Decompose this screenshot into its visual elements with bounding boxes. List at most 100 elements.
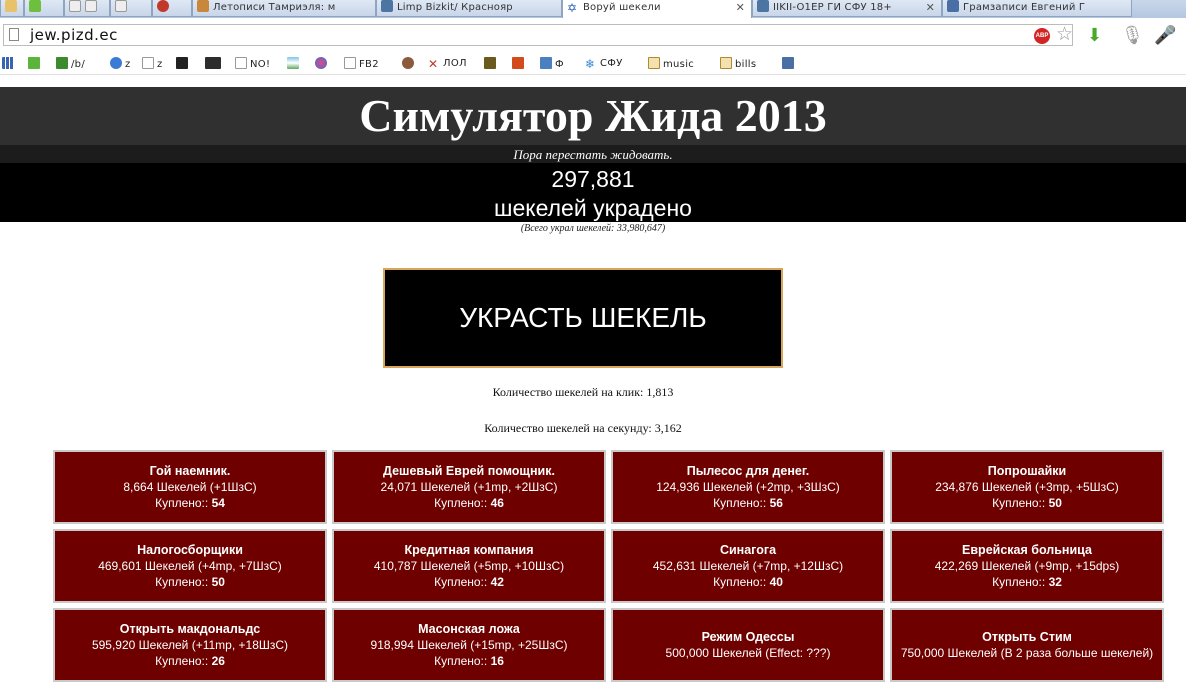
bookmark-12[interactable] — [402, 57, 417, 71]
page-icon — [344, 57, 356, 69]
upgrade-beggars[interactable]: Попрошайки 234,876 Шекелей (+3mp, +5ШзС)… — [890, 450, 1164, 524]
upgrade-goy-mercenary[interactable]: Гой наемник. 8,664 Шекелей (+1ШзС) Купле… — [53, 450, 327, 524]
bookmark-music[interactable]: music — [648, 57, 694, 71]
bought-count: 56 — [769, 496, 783, 510]
upgrade-name: Налогосборщики — [137, 543, 243, 557]
close-tab-icon[interactable]: ✕ — [736, 0, 745, 16]
snowflake-icon: ❄ — [585, 57, 596, 71]
upgrade-cost: 124,936 Шекелей (+2mp, +3ШзС) — [656, 480, 840, 494]
page-icon — [9, 28, 19, 41]
upgrade-money-vacuum[interactable]: Пылесос для денег. 124,936 Шекелей (+2mp… — [611, 450, 885, 524]
apps-bookmark[interactable] — [2, 57, 17, 71]
upgrade-name: Дешевый Еврей помощник. — [383, 464, 555, 478]
upgrade-name: Попрошайки — [987, 464, 1067, 478]
upgrade-open-steam[interactable]: Открыть Стим 750,000 Шекелей (В 2 раза б… — [890, 608, 1164, 682]
portrait-icon — [402, 57, 414, 69]
tab-pinned-1[interactable] — [0, 0, 24, 17]
bookmark-2[interactable] — [28, 57, 43, 71]
tab-limp-bizkit[interactable]: Limp Bizkit/ Краснояр — [376, 0, 562, 17]
tab-sfu[interactable]: IIKII-O1EP ГИ СФУ 18+ ✕ — [752, 0, 942, 17]
flower-icon — [315, 57, 327, 69]
emblem-icon — [512, 57, 524, 69]
bookmark-b[interactable]: /b/ — [56, 57, 85, 71]
bookmark-10[interactable] — [315, 57, 330, 71]
page-icon — [235, 57, 247, 69]
upgrade-credit-company[interactable]: Кредитная компания 410,787 Шекелей (+5mp… — [332, 529, 606, 603]
upgrade-cost: 500,000 Шекелей (Effect: ???) — [665, 646, 831, 660]
x-icon: ✕ — [428, 57, 439, 71]
tab-gramzapisi[interactable]: Грамзаписи Евгений Г — [942, 0, 1132, 17]
upgrade-name: Режим Одессы — [701, 630, 795, 644]
adblock-icon[interactable]: ABP — [1034, 28, 1050, 44]
per-second-stat: Количество шекелей на секунду: 3,162 — [484, 421, 682, 435]
helmet-icon — [157, 0, 169, 12]
leaf-icon — [56, 57, 68, 69]
bookmark-v[interactable] — [176, 57, 191, 71]
play-icon — [782, 57, 794, 69]
upgrade-tax-collectors[interactable]: Налогосборщики 469,601 Шекелей (+4mp, +7… — [53, 529, 327, 603]
upgrade-synagogue[interactable]: Синагога 452,631 Шекелей (+7mp, +12ШзС) … — [611, 529, 885, 603]
bookmark-9[interactable] — [287, 57, 302, 71]
upgrade-masonic-lodge[interactable]: Масонская ложа 918,994 Шекелей (+15mp, +… — [332, 608, 606, 682]
upgrade-name: Кредитная компания — [404, 543, 534, 557]
tab-strip: Летописи Тамриэля: м Limp Bizkit/ Красно… — [0, 0, 1186, 19]
bookmark-20[interactable] — [782, 57, 797, 71]
microphone-icon[interactable]: 🎙 — [1121, 24, 1144, 46]
bookmark-z2[interactable]: z — [142, 57, 163, 71]
tab-pinned-4[interactable] — [110, 0, 152, 17]
folder-icon — [5, 0, 17, 12]
upgrade-cost: 422,269 Шекелей (+9mp, +15dps) — [934, 559, 1120, 573]
bookmark-star-icon[interactable]: ☆ — [1056, 24, 1073, 46]
upgrade-name: Еврейская больница — [962, 543, 1092, 557]
upgrade-cheap-helper[interactable]: Дешевый Еврей помощник. 24,071 Шекелей (… — [332, 450, 606, 524]
bookmark-fb2[interactable]: FB2 — [344, 57, 379, 71]
bought-label: Куплено:: — [992, 496, 1046, 510]
folder-icon — [720, 57, 732, 69]
bought-label: Куплено:: — [155, 496, 209, 510]
bought-label: Куплено:: — [155, 654, 209, 668]
upgrade-name: Открыть макдональдс — [119, 622, 261, 636]
tab-pinned-3[interactable] — [64, 0, 110, 17]
bought-count: 26 — [211, 654, 225, 668]
upgrade-mcdonalds[interactable]: Открыть макдональдс 595,920 Шекелей (+11… — [53, 608, 327, 682]
tab-pinned-5[interactable] — [152, 0, 192, 17]
page-icon — [115, 0, 127, 12]
folder-icon — [648, 57, 660, 69]
upgrade-cost: 750,000 Шекелей (В 2 раза больше шекелей… — [900, 646, 1154, 660]
close-tab-icon[interactable]: ✕ — [926, 0, 935, 16]
address-row: jew.pizd.ec ABP ☆ ⬇ 🎙 🎤 — [0, 18, 1186, 55]
bookmark-dm[interactable] — [205, 57, 224, 71]
bookmark-no[interactable]: NO! — [235, 57, 270, 71]
voice-search-icon[interactable]: 🎤 — [1154, 24, 1176, 46]
bookmark-sfu[interactable]: ❄ СФУ — [585, 57, 623, 71]
upgrade-name: Пылесос для денег. — [686, 464, 810, 478]
bookmark-14[interactable] — [484, 57, 499, 71]
bought-count: 50 — [1048, 496, 1062, 510]
bookmark-z1[interactable]: z — [110, 57, 131, 71]
steal-shekel-button[interactable]: УКРАСТЬ ШЕКЕЛЬ — [383, 268, 783, 368]
address-bar[interactable]: jew.pizd.ec — [3, 24, 1073, 46]
bookmark-15[interactable] — [512, 57, 527, 71]
tab-pinned-2[interactable] — [24, 0, 64, 17]
bookmark-f[interactable]: Ф — [540, 57, 564, 71]
flag-icon — [287, 57, 299, 69]
upgrade-hospital[interactable]: Еврейская больница 422,269 Шекелей (+9mp… — [890, 529, 1164, 603]
bookmark-lol[interactable]: ✕ ЛОЛ — [428, 57, 467, 71]
upgrade-cost: 410,787 Шекелей (+5mp, +10ШзС) — [373, 559, 565, 573]
shekel-count: 297,881 — [551, 166, 635, 192]
bought-label: Куплено:: — [434, 654, 488, 668]
tab-steal-shekels[interactable]: ✡ Воруй шекели ✕ — [562, 0, 752, 18]
url-text[interactable]: jew.pizd.ec — [30, 26, 118, 44]
bookmarks-bar: /b/ z z NO! FB2 ✕ ЛОЛ Ф ❄ СФУ music bills — [0, 54, 1186, 75]
bought-count: 50 — [211, 575, 225, 589]
site-icon — [197, 0, 209, 12]
title-bar: Симулятор Жида 2013 — [0, 87, 1186, 145]
upgrade-odessa-mode[interactable]: Режим Одессы 500,000 Шекелей (Effect: ??… — [611, 608, 885, 682]
tab-tamriel[interactable]: Летописи Тамриэля: м — [192, 0, 376, 17]
bookmark-bills[interactable]: bills — [720, 57, 756, 71]
download-icon[interactable]: ⬇ — [1087, 24, 1102, 46]
upgrade-cost: 452,631 Шекелей (+7mp, +12ШзС) — [652, 559, 844, 573]
upgrade-name: Открыть Стим — [982, 630, 1072, 644]
leaf-icon — [29, 0, 41, 12]
bought-count: 42 — [490, 575, 504, 589]
